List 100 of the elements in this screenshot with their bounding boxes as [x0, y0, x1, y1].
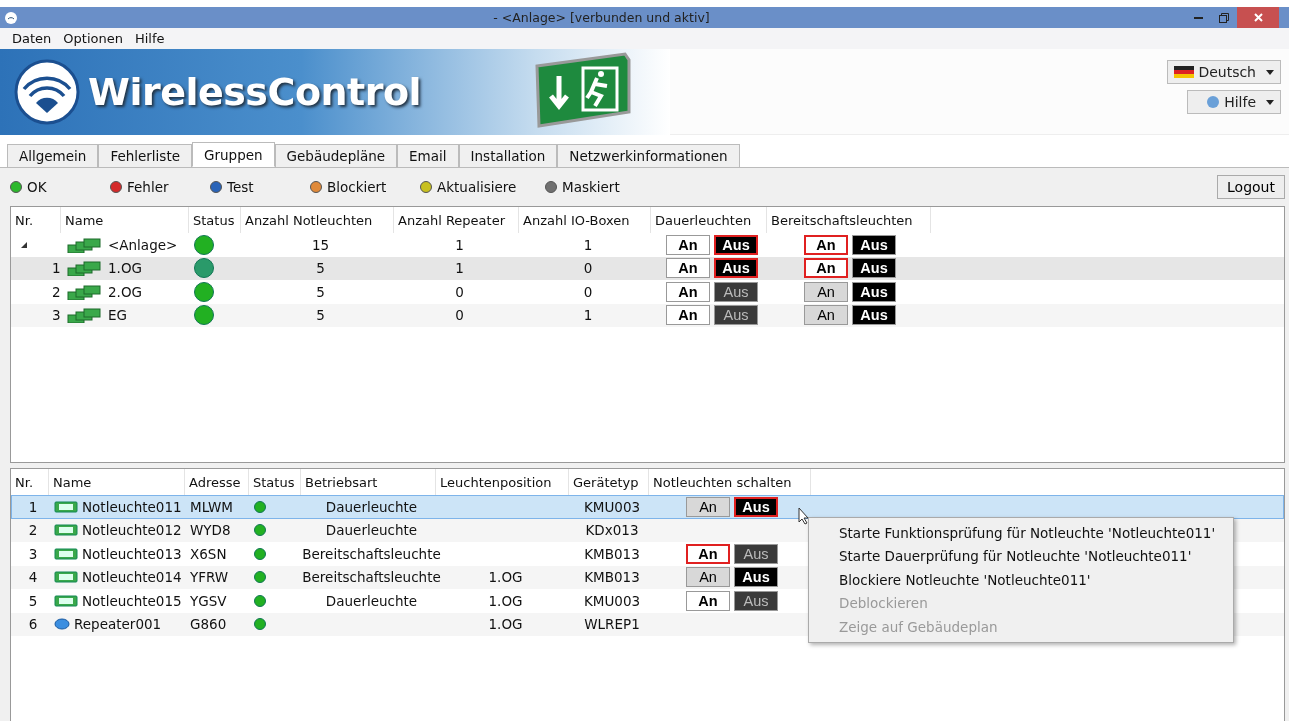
- table-cell: YGSV: [190, 592, 227, 609]
- group-name: <Anlage>: [108, 236, 178, 253]
- app-icon: [4, 10, 18, 25]
- switch-button[interactable]: Aus: [714, 234, 758, 255]
- table-cell: X6SN: [190, 545, 227, 562]
- menu-item[interactable]: Starte Dauerprüfung für Notleuchte 'Notleuchte011': [809, 544, 1233, 568]
- table-cell: 0: [583, 283, 593, 300]
- table-cell: KMU003: [583, 592, 641, 609]
- table-cell: 1.OG: [488, 592, 523, 609]
- switch-button[interactable]: Aus: [714, 305, 758, 326]
- wifi-logo-icon: [14, 59, 80, 125]
- group-icon: [66, 283, 104, 300]
- flag-icon: [1174, 66, 1195, 78]
- tab[interactable]: Allgemein: [7, 144, 99, 167]
- row-number: 1: [28, 498, 38, 515]
- row-number: 3: [28, 545, 38, 562]
- tab[interactable]: Netzwerkinformationen: [557, 144, 740, 167]
- table-cell: YFRW: [190, 569, 229, 586]
- table-cell: WLREP1: [584, 616, 640, 633]
- dropdown-caret-icon: [1266, 99, 1274, 105]
- switch-button[interactable]: Aus: [734, 543, 778, 564]
- switch-button[interactable]: An: [666, 281, 710, 302]
- table-cell: Dauerleuchte: [325, 592, 418, 609]
- row-number: 1: [52, 260, 61, 277]
- table-cell: 5: [316, 260, 325, 277]
- switch-button[interactable]: Aus: [852, 305, 896, 326]
- table-cell: G860: [190, 616, 227, 633]
- table-cell: KMB013: [584, 569, 640, 586]
- switch-button[interactable]: Aus: [714, 258, 758, 279]
- tab[interactable]: Installation: [458, 144, 558, 167]
- device-name: Notleuchte015: [82, 592, 182, 609]
- table-cell: 1: [455, 236, 464, 253]
- switch-button[interactable]: An: [666, 305, 710, 326]
- switch-button[interactable]: An: [666, 258, 710, 279]
- menu-item[interactable]: Starte Funktionsprüfung für Notleuchte 'Notleuchte011': [809, 521, 1233, 545]
- switch-button[interactable]: Aus: [734, 590, 778, 611]
- menu-item[interactable]: Optionen: [63, 31, 123, 46]
- device-name: Notleuchte011: [82, 498, 182, 515]
- table-cell: 5: [316, 283, 325, 300]
- table-cell: MLWM: [190, 498, 233, 515]
- row-number: 4: [28, 569, 38, 586]
- switch-button[interactable]: An: [686, 567, 730, 588]
- table-cell: Dauerleuchte: [325, 498, 418, 515]
- switch-button[interactable]: Aus: [852, 234, 896, 255]
- help-icon: [1206, 95, 1221, 109]
- table-cell: Bereitschaftsleuchte: [302, 569, 441, 586]
- switch-button[interactable]: An: [804, 305, 848, 326]
- device-name: Repeater001: [74, 616, 162, 633]
- tab[interactable]: Gruppen: [192, 142, 275, 167]
- table-cell: 0: [583, 260, 593, 277]
- lamp-icon: [54, 594, 78, 607]
- switch-button[interactable]: Aus: [852, 258, 896, 279]
- table-cell: 0: [455, 283, 464, 300]
- switch-button[interactable]: Aus: [734, 567, 778, 588]
- switch-button[interactable]: An: [666, 234, 710, 255]
- expand-arrow-icon[interactable]: [20, 240, 28, 249]
- table-cell: 1: [455, 260, 464, 277]
- device-name: Notleuchte014: [82, 569, 182, 586]
- group-icon: [66, 260, 104, 277]
- table-cell: KMB013: [584, 545, 640, 562]
- legend-label: Test: [227, 179, 254, 195]
- legend-label: OK: [27, 179, 47, 195]
- window-title: - <Anlage> [verbunden und aktiv]: [492, 10, 711, 25]
- menu-item[interactable]: Hilfe: [134, 31, 165, 46]
- lamp-icon: [54, 500, 78, 513]
- switch-button[interactable]: An: [686, 543, 730, 564]
- minimize-icon[interactable]: [1193, 16, 1203, 19]
- switch-button[interactable]: An: [686, 590, 730, 611]
- legend-label: Maskiert: [562, 179, 620, 195]
- lamp-icon: [54, 571, 78, 584]
- legend-label: Blockiert: [327, 179, 387, 195]
- switch-button[interactable]: An: [804, 281, 848, 302]
- switch-button[interactable]: An: [804, 234, 848, 255]
- tab[interactable]: Gebäudepläne: [274, 144, 398, 167]
- lamp-icon: [54, 547, 78, 560]
- group-icon: [66, 307, 104, 324]
- switch-button[interactable]: Aus: [734, 496, 778, 517]
- table-cell: KMU003: [583, 498, 641, 515]
- group-name: 2.OG: [108, 283, 142, 300]
- lamp-icon: [54, 524, 78, 537]
- restore-icon[interactable]: [1219, 12, 1229, 23]
- legend-label: Aktualisiere: [437, 179, 517, 195]
- tab[interactable]: Fehlerliste: [98, 144, 192, 167]
- menu-item[interactable]: Daten: [12, 31, 52, 46]
- help-dropdown[interactable]: Hilfe: [1187, 90, 1281, 114]
- switch-button[interactable]: Aus: [714, 281, 758, 302]
- language-dropdown[interactable]: Deutsch: [1167, 60, 1281, 84]
- switch-button[interactable]: An: [804, 258, 848, 279]
- close-icon[interactable]: [1253, 13, 1263, 22]
- switch-button[interactable]: Aus: [852, 281, 896, 302]
- table-cell: Bereitschaftsleuchte: [302, 545, 441, 562]
- dropdown-caret-icon: [1266, 69, 1274, 75]
- switch-button[interactable]: An: [686, 496, 730, 517]
- logout-button[interactable]: Logout: [1217, 175, 1285, 199]
- table-cell: 1.OG: [488, 569, 523, 586]
- table-cell: Dauerleuchte: [325, 522, 418, 539]
- tab[interactable]: Email: [397, 144, 459, 167]
- menu-item[interactable]: Blockiere Notleuchte 'Notleuchte011': [809, 568, 1233, 592]
- row-number: 2: [28, 522, 38, 539]
- group-icon: [66, 236, 104, 253]
